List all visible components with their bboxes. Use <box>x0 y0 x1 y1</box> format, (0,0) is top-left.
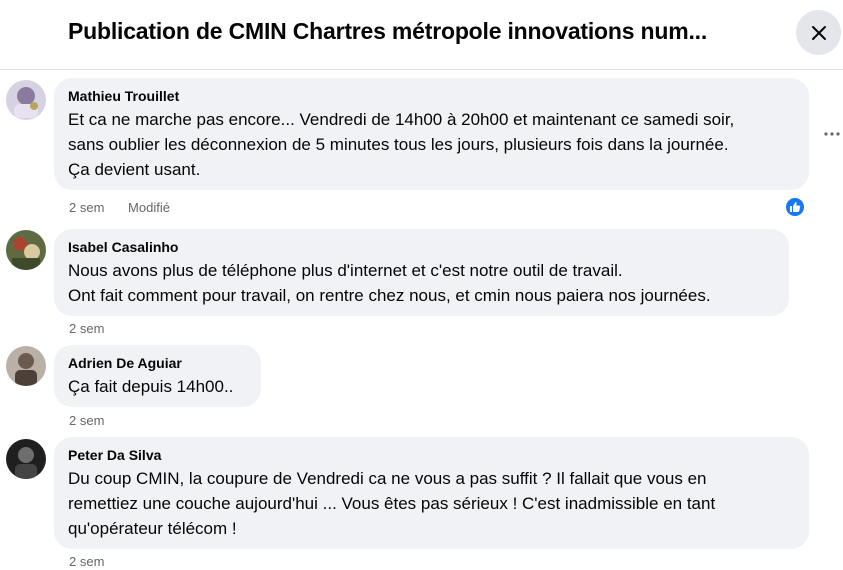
comment-author[interactable]: Peter Da Silva <box>68 446 795 464</box>
comment-time[interactable]: 2 sem <box>69 200 104 215</box>
comment-bubble: Isabel Casalinho Nous avons plus de télé… <box>54 229 789 316</box>
comment-line: Ça fait depuis 14h00.. <box>68 377 234 396</box>
comment-time[interactable]: 2 sem <box>69 321 104 336</box>
more-options-icon <box>824 132 840 136</box>
avatar[interactable] <box>6 346 46 386</box>
comment-bubble: Adrien De Aguiar Ça fait depuis 14h00.. <box>54 345 261 407</box>
comment-author[interactable]: Isabel Casalinho <box>68 238 775 256</box>
comment-line: remettiez une couche aujourd'hui ... Vou… <box>68 494 716 513</box>
comment-text: Nous avons plus de téléphone plus d'inte… <box>68 258 775 308</box>
comment-author[interactable]: Adrien De Aguiar <box>68 354 247 372</box>
comment-line: Et ca ne marche pas encore... Vendredi d… <box>68 110 735 129</box>
comment-text: Du coup CMIN, la coupure de Vendredi ca … <box>68 466 795 541</box>
close-button[interactable] <box>796 10 841 55</box>
reaction-badge[interactable] <box>784 196 806 218</box>
more-options-button[interactable] <box>822 124 842 144</box>
comment-time[interactable]: 2 sem <box>69 554 104 569</box>
comment-author[interactable]: Mathieu Trouillet <box>68 87 795 105</box>
avatar[interactable] <box>6 80 46 120</box>
avatar[interactable] <box>6 439 46 479</box>
comment-time[interactable]: 2 sem <box>69 413 104 428</box>
like-icon <box>790 202 801 212</box>
comment-line: Nous avons plus de téléphone plus d'inte… <box>68 261 623 280</box>
edited-label[interactable]: Modifié <box>128 200 170 215</box>
comment-meta: 2 sem Modifié <box>69 200 190 215</box>
comment-line: sans oublier les déconnexion de 5 minute… <box>68 135 729 154</box>
avatar[interactable] <box>6 230 46 270</box>
comment-line: Du coup CMIN, la coupure de Vendredi ca … <box>68 469 707 488</box>
comment-text: Et ca ne marche pas encore... Vendredi d… <box>68 107 795 182</box>
comment-line: Ça devient usant. <box>68 160 201 179</box>
comment-line: qu'opérateur télécom ! <box>68 519 237 538</box>
close-icon <box>811 25 826 40</box>
comment-bubble: Peter Da Silva Du coup CMIN, la coupure … <box>54 437 809 549</box>
comment-meta: 2 sem <box>69 321 124 336</box>
comment-text: Ça fait depuis 14h00.. <box>68 374 247 399</box>
comment-meta: 2 sem <box>69 554 124 569</box>
comment-line: Ont fait comment pour travail, on rentre… <box>68 286 711 305</box>
dialog-header: Publication de CMIN Chartres métropole i… <box>0 0 843 70</box>
comment-bubble: Mathieu Trouillet Et ca ne marche pas en… <box>54 78 809 190</box>
comment-meta: 2 sem <box>69 413 124 428</box>
dialog-title: Publication de CMIN Chartres métropole i… <box>68 18 708 44</box>
